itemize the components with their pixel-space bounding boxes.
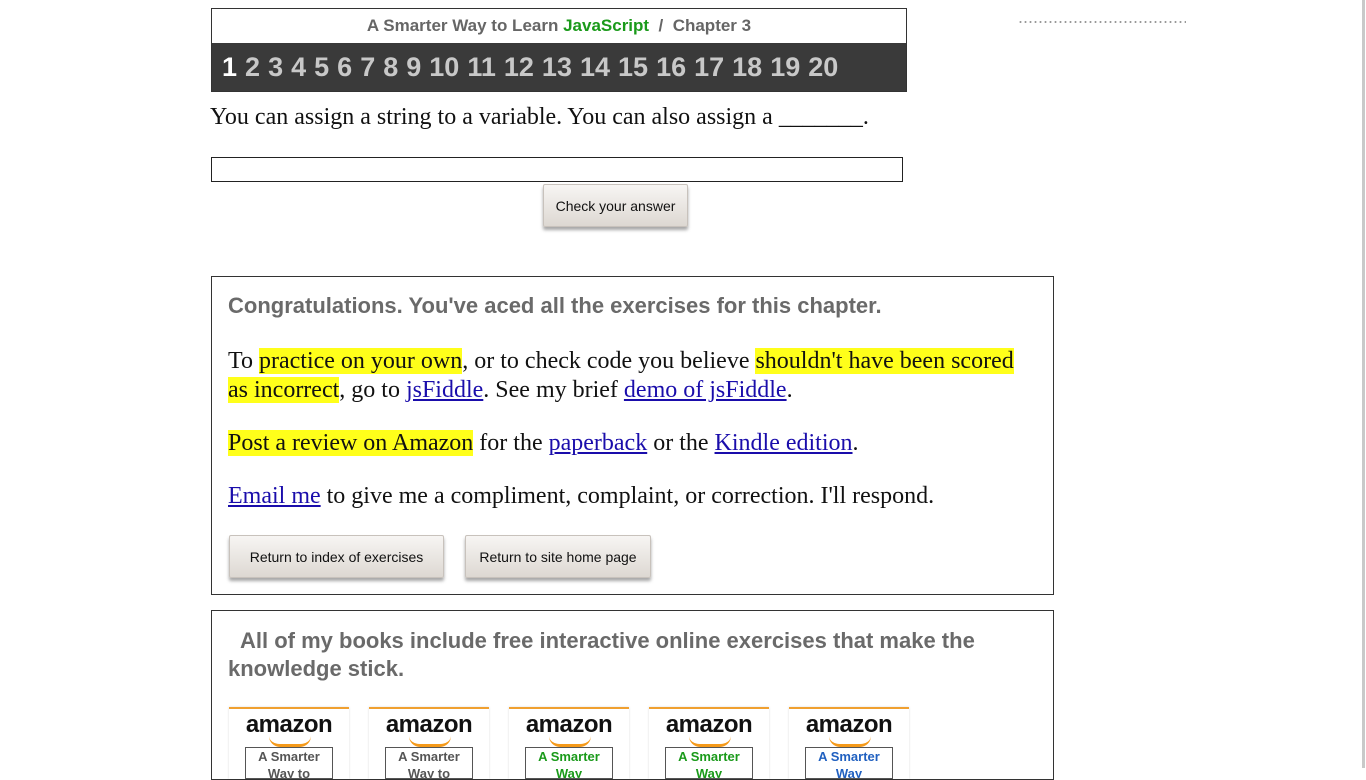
chapter-link-1[interactable]: 1 [222,52,237,83]
chapter-link-20[interactable]: 20 [808,52,838,83]
amazon-smile-icon [689,736,731,747]
review-paragraph: Post a review on Amazon for the paperbac… [228,429,1038,458]
return-index-button[interactable]: Return to index of exercises [229,535,444,578]
amazon-logo-icon: amazon [245,711,333,738]
book-tile[interactable]: amazon A Smarter Way [649,707,769,779]
chapter-header: A Smarter Way to Learn JavaScript / Chap… [211,8,907,92]
jsfiddle-demo-link[interactable]: demo of jsFiddle [624,377,787,403]
books-panel: All of my books include free interactive… [211,610,1054,780]
chapter-link-4[interactable]: 4 [291,52,306,83]
chapter-link-16[interactable]: 16 [656,52,686,83]
p1-text-3: , go to [339,377,406,403]
book-tile[interactable]: amazon A Smarter Way to [369,707,489,779]
p2-text-2: or the [647,430,715,456]
p1-text-5: . [786,377,793,403]
chapter-link-15[interactable]: 15 [618,52,648,83]
highlight-review: Post a review on Amazon [228,430,474,456]
p2-text-3: . [852,430,859,456]
book-tile[interactable]: amazon A Smarter Way [509,707,629,779]
book-cover: A Smarter Way [665,747,753,779]
amazon-smile-icon [269,736,311,747]
amazon-logo-icon: amazon [805,711,893,738]
chapter-link-9[interactable]: 9 [406,52,421,83]
jsfiddle-link[interactable]: jsFiddle [406,377,483,403]
chapter-link-7[interactable]: 7 [360,52,375,83]
amazon-smile-icon [549,736,591,747]
chapter-link-3[interactable]: 3 [268,52,283,83]
chapter-link-17[interactable]: 17 [694,52,724,83]
chapter-link-14[interactable]: 14 [580,52,610,83]
chapter-nav: 1 2 3 4 5 6 7 8 9 10 11 12 13 14 15 16 17 18 19 20 [212,43,906,91]
book-tile[interactable]: amazon A Smarter Way to [229,707,349,779]
email-paragraph: Email me to give me a compliment, compla… [228,482,1038,511]
amazon-logo-icon: amazon [665,711,753,738]
chapter-link-8[interactable]: 8 [383,52,398,83]
p3-text-1: to give me a compliment, complaint, or c… [320,483,935,509]
chapter-link-11[interactable]: 11 [467,52,496,83]
amazon-smile-icon [409,736,451,747]
chapter-link-10[interactable]: 10 [429,52,459,83]
chapter-link-13[interactable]: 13 [542,52,572,83]
dotted-decoration [1018,20,1186,24]
kindle-link[interactable]: Kindle edition [715,430,853,456]
book-cover: A Smarter Way [805,747,893,779]
book-tile[interactable]: amazon A Smarter Way [789,707,909,779]
p1-text-2: , or to check code you believe [462,348,756,374]
chapter-link-19[interactable]: 19 [770,52,800,83]
chapter-link-18[interactable]: 18 [732,52,762,83]
p1-text-1: To [228,348,259,374]
congrats-panel: Congratulations. You've aced all the exe… [211,276,1054,595]
answer-input[interactable] [211,157,903,182]
amazon-logo-icon: amazon [385,711,473,738]
book-cover: A Smarter Way to [385,747,473,779]
paperback-link[interactable]: paperback [549,430,648,456]
chapter-link-12[interactable]: 12 [504,52,534,83]
title-brand: JavaScript [563,16,650,35]
congrats-heading: Congratulations. You've aced all the exe… [228,293,882,318]
chapter-link-5[interactable]: 5 [314,52,329,83]
scrollbar[interactable] [1362,0,1365,768]
chapter-link-2[interactable]: 2 [245,52,260,83]
page-title: A Smarter Way to Learn JavaScript / Chap… [212,9,906,43]
amazon-smile-icon [829,736,871,747]
p2-text-1: for the [473,430,549,456]
title-prefix: A Smarter Way to Learn [366,16,564,35]
chapter-link-6[interactable]: 6 [337,52,352,83]
books-heading: All of my books include free interactive… [228,628,975,681]
book-cover: A Smarter Way to [245,747,333,779]
email-link[interactable]: Email me [228,483,321,509]
amazon-logo-icon: amazon [525,711,613,738]
return-home-button[interactable]: Return to site home page [465,535,651,578]
question-text: You can assign a string to a variable. Y… [210,104,869,130]
p1-text-4: . See my brief [483,377,624,403]
highlight-practice: practice on your own [258,348,463,374]
title-suffix: / Chapter 3 [649,16,752,35]
check-answer-button[interactable]: Check your answer [543,184,688,227]
practice-paragraph: To practice on your own, or to check cod… [228,347,1038,405]
book-cover: A Smarter Way [525,747,613,779]
